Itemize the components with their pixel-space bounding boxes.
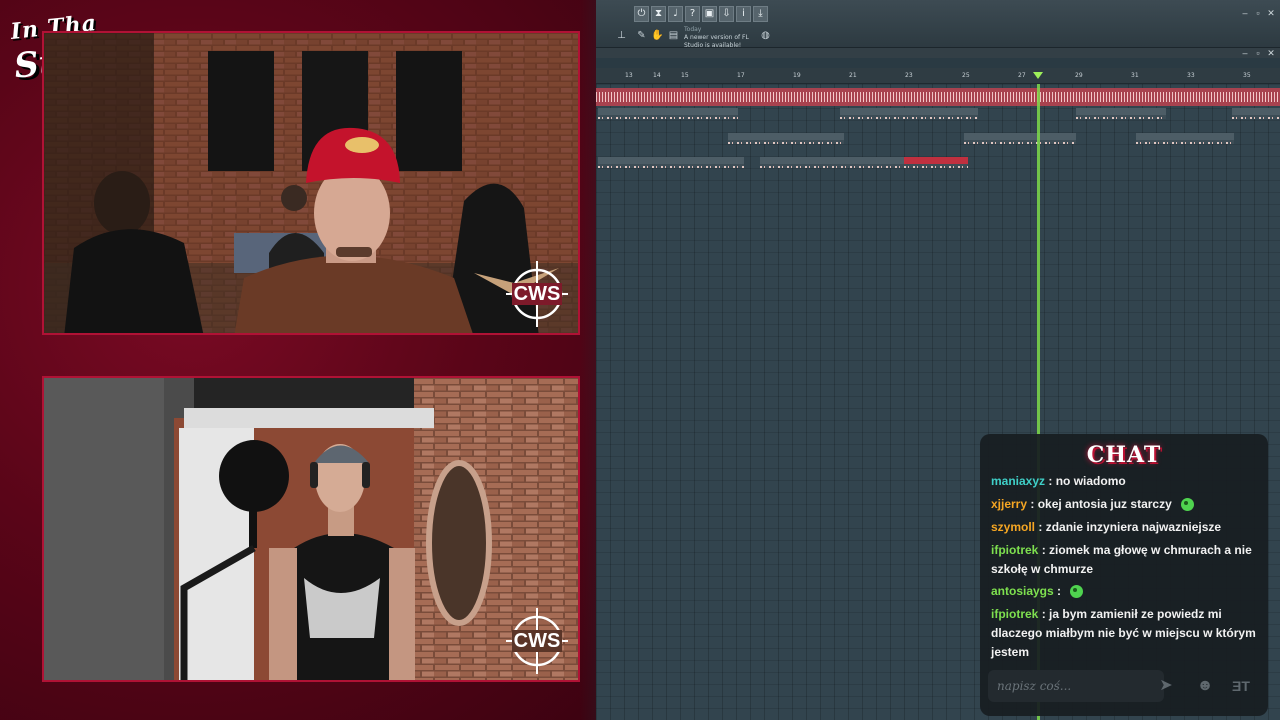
- timeline-ruler[interactable]: 13 14 15 17 19 21 23 25 27 29 31 33 35: [596, 68, 1280, 84]
- globe-icon[interactable]: ◍: [758, 28, 773, 43]
- chat-input[interactable]: [988, 670, 1164, 702]
- hand-icon[interactable]: ✋: [650, 28, 665, 43]
- chat-message: antosiaygs :: [991, 582, 1259, 601]
- update-icon[interactable]: ⤓: [753, 6, 768, 22]
- brush-icon[interactable]: ✎: [634, 28, 649, 43]
- clip-label: untitled_2026-03-06 21-07-06_rec: [843, 108, 929, 114]
- emoji-icon[interactable]: ☻: [1194, 675, 1216, 697]
- audio-clip[interactable]: [1232, 108, 1280, 119]
- pepe-emote-icon: [1181, 498, 1195, 512]
- audio-clip[interactable]: untitled_2026-03-06 21-44-54_rec: [760, 157, 904, 168]
- playlist-minimize-icon[interactable]: –: [1240, 48, 1250, 58]
- audio-track-master[interactable]: [596, 88, 1280, 106]
- ruler-tick: 25: [962, 72, 970, 79]
- chat-message: xjjerry : okej antosia juz starczy: [991, 495, 1259, 514]
- ruler-tick: 33: [1187, 72, 1195, 79]
- close-icon[interactable]: ✕: [1266, 8, 1276, 18]
- clip-label: untitled_202_0-59-44_rec: [668, 108, 732, 114]
- audio-clip[interactable]: untitled_2026-03-06 21-24-35_rec: [1136, 133, 1234, 144]
- chat-message: maniaxyz : no wiadomo: [991, 472, 1259, 491]
- ruler-tick: 14: [653, 72, 661, 79]
- audio-clip[interactable]: untitled_2_12-19_rec: [1076, 108, 1166, 119]
- playlist-maximize-icon[interactable]: ▫: [1253, 48, 1263, 58]
- audio-clip[interactable]: untitled_2026-03-06 21-02-09_rec: [728, 133, 844, 144]
- ruler-tick: 21: [849, 72, 857, 79]
- chat-message: ifpiotrek : ja bym zamienił ze powiedz m…: [991, 605, 1259, 662]
- audio-clip-selected[interactable]: untitled_20_45-37_rec: [904, 157, 968, 168]
- playlist-close-icon[interactable]: ✕: [1266, 48, 1276, 58]
- chat-username[interactable]: antosiaygs: [991, 584, 1054, 598]
- chat-text: :: [1057, 584, 1062, 598]
- ruler-tick: 31: [1131, 72, 1139, 79]
- clip-label: untitled_2026-03-06 21-44-54_rec: [763, 157, 849, 163]
- help-icon[interactable]: ?: [685, 6, 700, 22]
- download-icon[interactable]: ⇩: [719, 6, 734, 22]
- chat-username[interactable]: szymoll: [991, 520, 1035, 534]
- ruler-tick: 19: [793, 72, 801, 79]
- save-icon[interactable]: ▣: [702, 6, 717, 22]
- hourglass-icon[interactable]: ⧗: [651, 6, 666, 22]
- info-icon[interactable]: i: [736, 6, 751, 22]
- mic-icon[interactable]: ♩: [668, 6, 683, 22]
- chat-text: : okej antosia juz starczy: [1030, 497, 1172, 511]
- playhead-marker[interactable]: [1033, 72, 1043, 79]
- chat-text: : no wiadomo: [1048, 474, 1126, 488]
- send-icon[interactable]: ➤: [1155, 675, 1177, 697]
- update-notice-text: A newer version of FL Studio is availabl…: [684, 34, 749, 49]
- ruler-tick: 13: [625, 72, 633, 79]
- clip-label: untitled_2026-03-06 21-24-35_rec: [1139, 133, 1225, 139]
- chat-title: CHAT: [1086, 442, 1162, 468]
- chat-panel: CHAT maniaxyz : no wiadomo xjjerry : oke…: [980, 434, 1268, 716]
- power-icon[interactable]: ⏻: [634, 6, 649, 22]
- chat-badge-text[interactable]: ƎT: [1230, 675, 1252, 697]
- camera-feed-control-room: CWS: [42, 31, 580, 335]
- ruler-tick: 27: [1018, 72, 1026, 79]
- update-notice[interactable]: Today A newer version of FL Studio is av…: [684, 26, 764, 50]
- playlist-titlebar[interactable]: – ▫ ✕: [596, 48, 1280, 58]
- update-notice-day: Today: [684, 26, 702, 33]
- chat-input-box[interactable]: [988, 670, 1164, 702]
- chat-username[interactable]: xjjerry: [991, 497, 1027, 511]
- minimize-icon[interactable]: –: [1240, 8, 1250, 18]
- pin-icon[interactable]: ⊥: [614, 28, 629, 43]
- maximize-icon[interactable]: ▫: [1253, 8, 1263, 18]
- pepe-emote-icon: [1070, 585, 1084, 599]
- chat-username[interactable]: ifpiotrek: [991, 543, 1038, 557]
- ruler-tick: 23: [905, 72, 913, 79]
- cws-badge: CWS: [500, 604, 574, 678]
- ruler-tick: 17: [737, 72, 745, 79]
- audio-clip[interactable]: untitled_2026-03-06 21-08-15_rec: [964, 133, 1076, 144]
- ruler-tick: 15: [681, 72, 689, 79]
- cws-badge-text: CWS: [511, 283, 563, 305]
- clip-label: untitled_20_45-37_rec: [907, 157, 963, 163]
- chat-message: szymoll : zdanie inzyniera najwazniejsze: [991, 518, 1259, 537]
- audio-clip[interactable]: untitled_202_0-59-44_rec: [598, 108, 738, 119]
- chat-text: : zdanie inzyniera najwazniejsze: [1038, 520, 1222, 534]
- chat-username[interactable]: maniaxyz: [991, 474, 1045, 488]
- ruler-tick: 35: [1243, 72, 1251, 79]
- stream-overlay-panel: In Tha Studio!: [0, 0, 640, 720]
- clip-label: untitled_2026-03-06 21-02-09_rec: [738, 133, 824, 139]
- cws-badge-text: CWS: [511, 630, 563, 652]
- audio-clip[interactable]: [598, 157, 744, 168]
- camera-feed-vocal-booth: CWS: [42, 376, 580, 682]
- chat-username[interactable]: ifpiotrek: [991, 607, 1038, 621]
- fl-toolbar: ⏻ ⧗ ♩ ? ▣ ⇩ i ⤓ ⊥ ✎ ✋ ▤ Today A newer ve…: [596, 0, 1280, 50]
- clip-label: untitled_2_12-19_rec: [1079, 108, 1132, 114]
- audio-clip[interactable]: untitled_2026-03-06 21-07-06_rec: [840, 108, 978, 119]
- cws-badge: CWS: [500, 257, 574, 331]
- ruler-tick: 29: [1075, 72, 1083, 79]
- chat-message: ifpiotrek : ziomek ma głowę w chmurach a…: [991, 541, 1259, 579]
- cart-icon[interactable]: ▤: [666, 28, 681, 43]
